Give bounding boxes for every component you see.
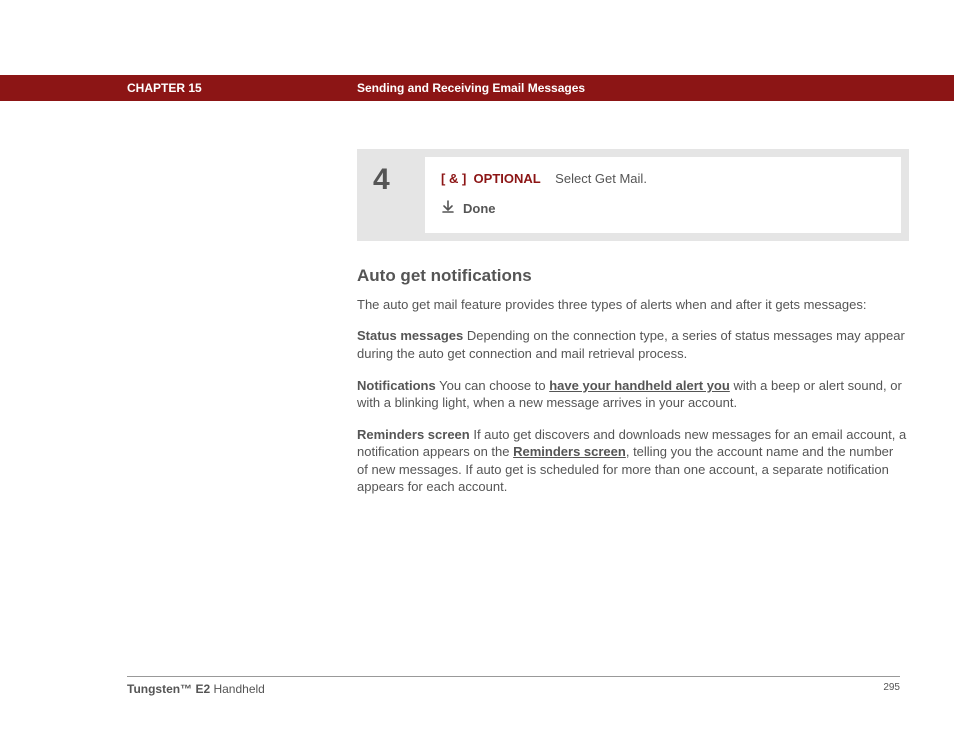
intro-paragraph: The auto get mail feature provides three… [357,296,907,314]
alert-link[interactable]: have your handheld alert you [549,378,730,393]
product-name-rest: Handheld [210,682,265,696]
step-content: [ & ] OPTIONAL Select Get Mail. Done [425,157,901,233]
step-number: 4 [365,157,425,233]
step-box: 4 [ & ] OPTIONAL Select Get Mail. Done [357,149,909,241]
done-arrow-icon [441,200,455,217]
footer-rule [127,676,900,677]
optional-label: OPTIONAL [470,171,541,186]
notifications-label: Notifications [357,378,436,393]
bracket-symbol: [ & ] [441,171,466,186]
chapter-label: CHAPTER 15 [127,81,202,95]
footer-product: Tungsten™ E2 Handheld [127,682,265,696]
step-instruction: Select Get Mail. [544,171,647,186]
product-name-bold: Tungsten™ E2 [127,682,210,696]
reminders-link[interactable]: Reminders screen [513,444,626,459]
notifications-paragraph: Notifications You can choose to have you… [357,377,907,412]
section-heading: Auto get notifications [357,265,907,288]
status-label: Status messages [357,328,463,343]
notif-before: You can choose to [436,378,549,393]
chapter-header: CHAPTER 15 Sending and Receiving Email M… [0,75,954,101]
done-label: Done [463,201,496,216]
chapter-title: Sending and Receiving Email Messages [357,81,585,95]
page-number: 295 [883,682,900,693]
reminders-label: Reminders screen [357,427,470,442]
done-row: Done [441,200,885,217]
status-paragraph: Status messages Depending on the connect… [357,327,907,362]
body-text: Auto get notifications The auto get mail… [357,265,907,510]
reminders-paragraph: Reminders screen If auto get discovers a… [357,426,907,496]
